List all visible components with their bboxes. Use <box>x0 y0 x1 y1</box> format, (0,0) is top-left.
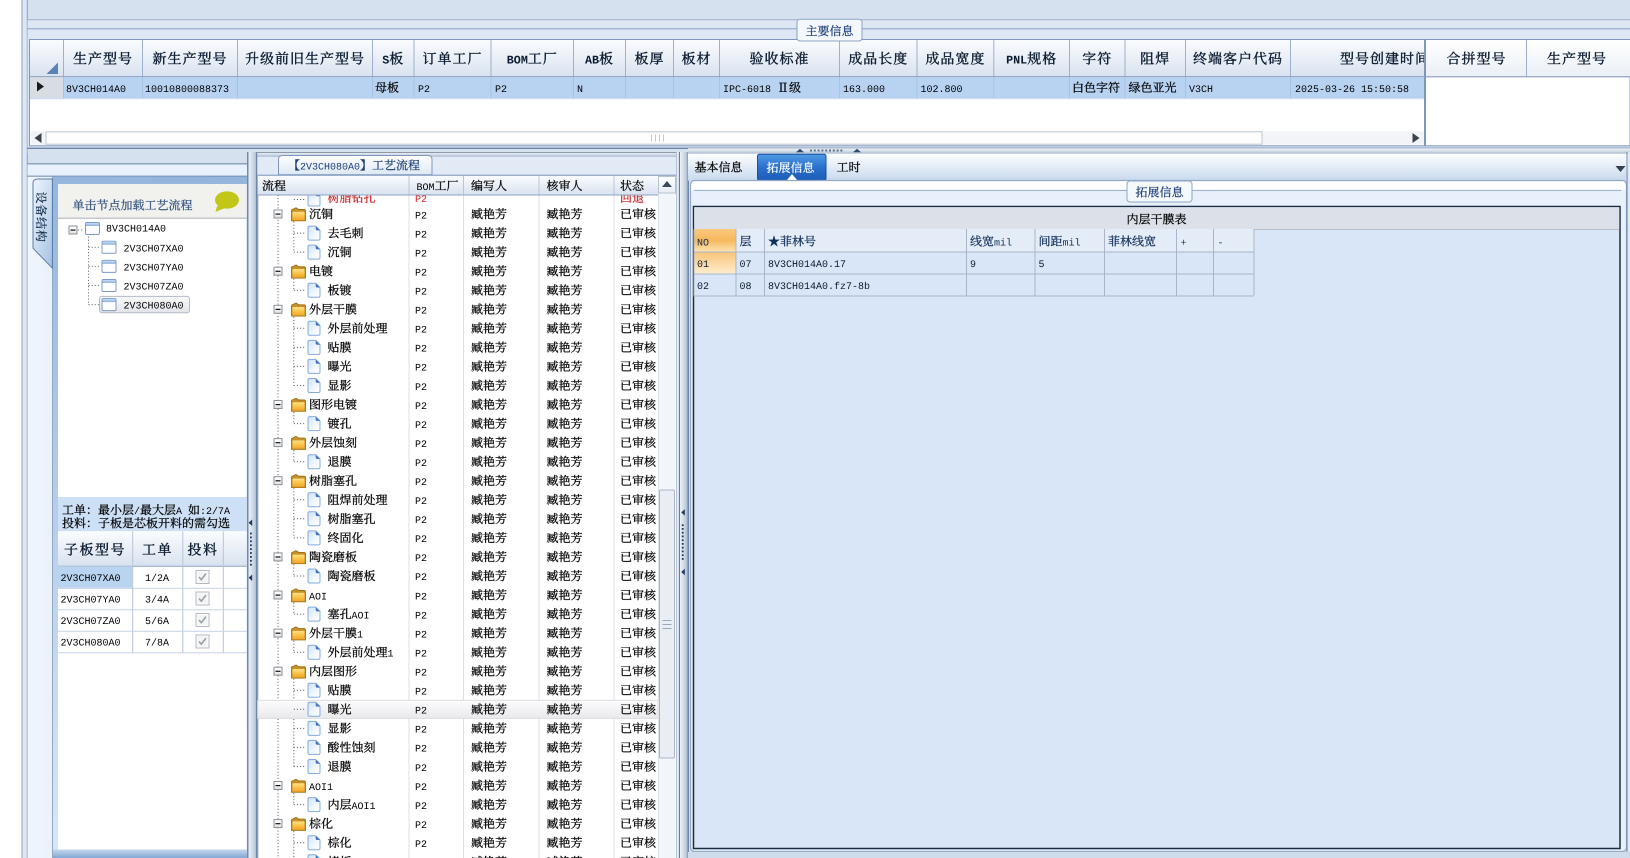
svg-text:2V3CH07XA0: 2V3CH07XA0 <box>124 244 184 255</box>
svg-text:BOM: BOM <box>417 183 435 194</box>
svg-text:10010800088373: 10010800088373 <box>145 85 229 96</box>
svg-text:9: 9 <box>970 260 976 271</box>
svg-text:AOI: AOI <box>309 592 327 603</box>
svg-text:P2: P2 <box>495 85 507 96</box>
svg-text:1: 1 <box>357 630 363 641</box>
svg-text:2V3CH080A0: 2V3CH080A0 <box>300 163 360 174</box>
svg-text:5: 5 <box>1039 260 1045 271</box>
svg-text:02: 02 <box>697 282 709 293</box>
svg-text:01: 01 <box>697 260 709 271</box>
svg-text:8V3CH014A0: 8V3CH014A0 <box>106 225 166 236</box>
svg-text:2V3CH07ZA0: 2V3CH07ZA0 <box>124 283 184 294</box>
svg-text:1: 1 <box>388 650 394 661</box>
svg-text:P2: P2 <box>418 85 430 96</box>
svg-text:BOM: BOM <box>507 54 528 68</box>
svg-text:2V3CH07YA0: 2V3CH07YA0 <box>124 263 184 274</box>
svg-text:-: - <box>1218 239 1224 250</box>
svg-text:AOI: AOI <box>352 611 370 622</box>
svg-text:8V3CH014A0.17: 8V3CH014A0.17 <box>768 260 846 271</box>
svg-text:+: + <box>1181 239 1187 250</box>
svg-text:/: / <box>134 506 140 518</box>
svg-text:5/6A: 5/6A <box>145 616 169 628</box>
svg-text:2V3CH07ZA0: 2V3CH07ZA0 <box>61 617 121 628</box>
svg-text:102.800: 102.800 <box>921 85 963 96</box>
svg-text:1/2A: 1/2A <box>145 573 169 585</box>
svg-text:P2: P2 <box>415 195 427 206</box>
svg-text:2025-03-26 15:50:58: 2025-03-26 15:50:58 <box>1295 85 1409 96</box>
svg-text:08: 08 <box>740 282 752 293</box>
svg-text:PNL: PNL <box>1006 54 1027 68</box>
svg-text:2V3CH07XA0: 2V3CH07XA0 <box>61 574 121 585</box>
svg-text:2V3CH07YA0: 2V3CH07YA0 <box>61 596 121 607</box>
svg-text:7/8A: 7/8A <box>145 638 169 650</box>
svg-text::2/7A: :2/7A <box>200 506 230 518</box>
svg-text:V3CH: V3CH <box>1189 85 1213 96</box>
svg-text:8V3CH014A0.fz7-8b: 8V3CH014A0.fz7-8b <box>768 281 870 293</box>
svg-text:163.000: 163.000 <box>843 85 885 96</box>
svg-text:AOI1: AOI1 <box>309 783 333 794</box>
svg-text:mil: mil <box>994 238 1012 250</box>
svg-text:2V3CH080A0: 2V3CH080A0 <box>124 302 184 313</box>
svg-text:NO: NO <box>697 239 709 250</box>
svg-text:mil: mil <box>1063 238 1081 250</box>
svg-text:AOI1: AOI1 <box>352 802 376 813</box>
svg-text:AB: AB <box>585 54 599 68</box>
svg-text:3/4A: 3/4A <box>145 595 169 607</box>
svg-text:A: A <box>176 507 182 518</box>
svg-text:IPC-6018: IPC-6018 <box>723 85 771 96</box>
svg-text:8V3CH014A0: 8V3CH014A0 <box>66 85 126 96</box>
svg-text:2V3CH080A0: 2V3CH080A0 <box>61 639 121 650</box>
svg-text:07: 07 <box>740 260 752 271</box>
svg-text:N: N <box>577 85 583 96</box>
svg-text:S: S <box>382 54 389 68</box>
